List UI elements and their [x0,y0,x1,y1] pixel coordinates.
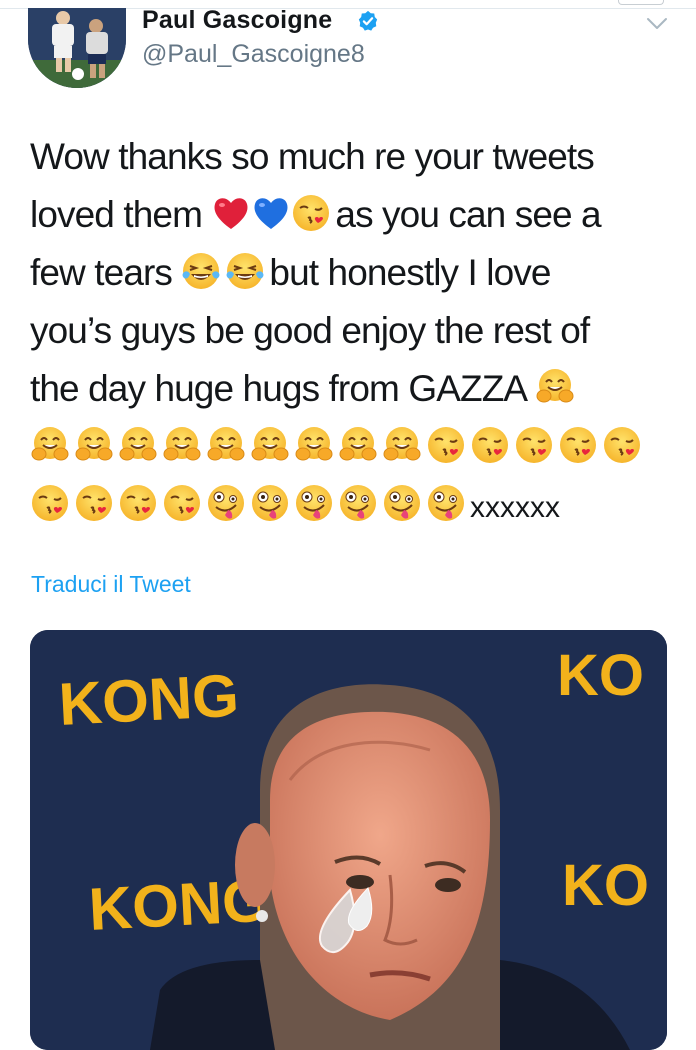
tweet-text-segment: but honestly I love [269,252,551,293]
tweet-text-segment: xxxxxx [470,491,560,524]
tweet-line: few tears but honestly I love [30,244,670,302]
tweet-text-segment: the day huge hugs from GAZZA [30,368,526,409]
verified-badge-icon [358,10,378,31]
emoji-group [181,252,269,293]
tweet-line: Wow thanks so much re your tweets [30,128,670,186]
hugging-face-icon [74,425,114,465]
emoji-group [30,484,470,525]
face-with-tears-of-joy-icon [225,251,265,291]
hugging-face-icon [30,425,70,465]
face-blowing-kiss-icon [162,483,202,523]
face-blowing-kiss-icon [291,193,331,233]
emoji-group [30,426,646,467]
tweet-line: you’s guys be good enjoy the rest of [30,302,670,360]
tweet-text-segment: as you can see a [335,194,601,235]
hugging-face-icon [382,425,422,465]
zany-face-icon [294,483,334,523]
tweet-text-segment: Wow thanks so much re your tweets [30,136,595,177]
backdrop-logo: KO [557,643,644,708]
face-blowing-kiss-icon [602,425,642,465]
tweet-text: Wow thanks so much re your tweets loved … [30,128,670,534]
tweet-text-segment: few tears [30,252,173,293]
tweet-line: xxxxxx [30,476,670,534]
translate-tweet-link[interactable]: Traduci il Tweet [31,571,191,598]
red-heart-icon [211,193,249,233]
zany-face-icon [338,483,378,523]
face-with-tears-of-joy-icon [181,251,221,291]
emoji-group [535,368,579,409]
zany-face-icon [206,483,246,523]
tweet-line: loved them as you can see a [30,186,670,244]
face-blowing-kiss-icon [426,425,466,465]
emoji-group [211,194,335,235]
hugging-face-icon [250,425,290,465]
face-blowing-kiss-icon [118,483,158,523]
tweet-text-segment: you’s guys be good enjoy the rest of [30,310,590,351]
zany-face-icon [382,483,422,523]
hugging-face-icon [294,425,334,465]
avatar[interactable] [28,8,126,88]
hugging-face-icon [162,425,202,465]
face-blowing-kiss-icon [74,483,114,523]
tweet-line [30,418,670,476]
chevron-down-icon[interactable] [645,16,669,32]
face-blowing-kiss-icon [30,483,70,523]
author-handle[interactable]: @Paul_Gascoigne8 [142,40,365,69]
hugging-face-icon [206,425,246,465]
author-name[interactable]: Paul Gascoigne [142,6,332,35]
tweet-photo[interactable]: KONG KO KONG KO G [30,630,667,1050]
backdrop-logo: KONG [57,662,240,738]
backdrop-logo: KO [562,853,649,918]
blue-heart-icon [251,193,289,233]
top-tab-indicator [618,0,664,5]
hugging-face-icon [118,425,158,465]
tweet-text-segment: loved them [30,194,203,235]
zany-face-icon [426,483,466,523]
zany-face-icon [250,483,290,523]
face-blowing-kiss-icon [514,425,554,465]
face-blowing-kiss-icon [558,425,598,465]
tweet-line: the day huge hugs from GAZZA [30,360,670,418]
face-blowing-kiss-icon [470,425,510,465]
hugging-face-icon [535,367,575,407]
hugging-face-icon [338,425,378,465]
